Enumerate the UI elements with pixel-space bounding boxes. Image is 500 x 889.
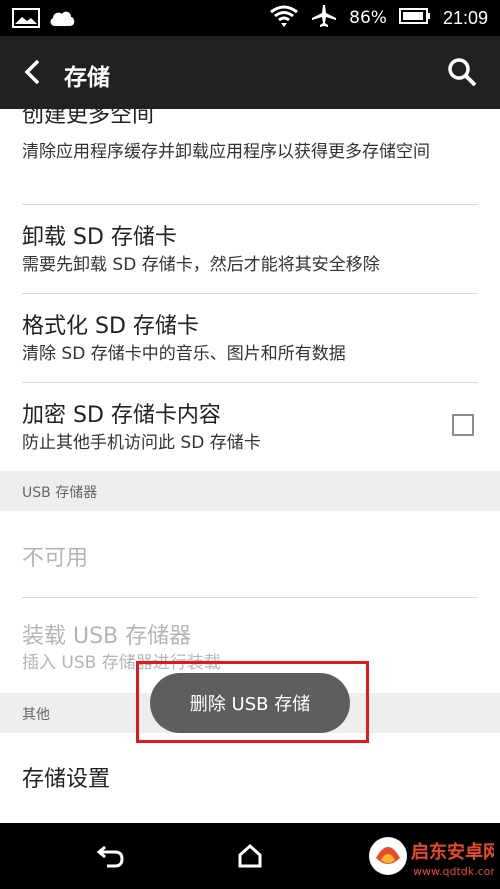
section-header-label: 其他 bbox=[22, 707, 50, 723]
cloud-icon bbox=[48, 8, 76, 32]
item-subtitle: 清除应用程序缓存并卸载应用程序以获得更多存储空间 bbox=[22, 142, 430, 162]
storage-settings-item[interactable]: 存储设置 bbox=[0, 733, 500, 823]
back-arrow-icon bbox=[96, 845, 124, 868]
status-bar: 86% 21:09 bbox=[0, 0, 500, 36]
encrypt-sd-item[interactable]: 加密 SD 存储卡内容 防止其他手机访问此 SD 存储卡 bbox=[0, 383, 500, 471]
item-title: 装载 USB 存储器 bbox=[22, 624, 192, 649]
svg-text:www.qdtdk.com: www.qdtdk.com bbox=[413, 865, 494, 878]
nav-home-button[interactable] bbox=[230, 836, 270, 876]
search-button[interactable] bbox=[444, 54, 480, 90]
item-title: 不可用 bbox=[22, 546, 89, 571]
chevron-left-icon bbox=[24, 59, 40, 85]
svg-text:启东安卓网: 启东安卓网 bbox=[411, 841, 494, 863]
item-subtitle: 清除 SD 存储卡中的音乐、图片和所有数据 bbox=[22, 344, 346, 364]
item-title: 卸载 SD 存储卡 bbox=[22, 225, 177, 250]
item-title: 加密 SD 存储卡内容 bbox=[22, 403, 221, 428]
nav-back-button[interactable] bbox=[90, 836, 130, 876]
image-notification-icon bbox=[12, 8, 40, 32]
clock: 21:09 bbox=[442, 7, 488, 28]
usb-section-header: USB 存储器 bbox=[0, 471, 500, 511]
battery-icon bbox=[398, 7, 431, 30]
highlight-annotation-box bbox=[136, 661, 369, 743]
item-title: 创建更多空间 bbox=[22, 109, 155, 128]
usb-unavailable-item: 不可用 bbox=[0, 511, 500, 597]
create-more-space-item[interactable]: 创建更多空间 清除应用程序缓存并卸载应用程序以获得更多存储空间 bbox=[0, 109, 500, 205]
item-title: 格式化 SD 存储卡 bbox=[22, 314, 199, 339]
battery-percent: 86% bbox=[349, 8, 387, 28]
item-subtitle: 需要先卸载 SD 存储卡，然后才能将其安全移除 bbox=[22, 255, 380, 275]
watermark: 启东安卓网 www.qdtdk.com bbox=[366, 828, 500, 884]
unmount-sd-item[interactable]: 卸载 SD 存储卡 需要先卸载 SD 存储卡，然后才能将其安全移除 bbox=[0, 205, 500, 293]
section-header-label: USB 存储器 bbox=[22, 485, 98, 501]
back-button[interactable] bbox=[14, 54, 50, 90]
search-icon bbox=[448, 58, 477, 87]
format-sd-item[interactable]: 格式化 SD 存储卡 清除 SD 存储卡中的音乐、图片和所有数据 bbox=[0, 294, 500, 382]
app-bar: 存储 bbox=[0, 36, 500, 109]
wifi-icon bbox=[269, 4, 299, 33]
item-title: 存储设置 bbox=[22, 767, 111, 792]
watermark-logo-icon: 启东安卓网 www.qdtdk.com bbox=[369, 837, 500, 878]
airplane-mode-icon bbox=[311, 4, 337, 33]
home-icon bbox=[238, 843, 262, 868]
page-title: 存储 bbox=[64, 65, 110, 91]
item-subtitle: 防止其他手机访问此 SD 存储卡 bbox=[22, 433, 261, 453]
encrypt-checkbox[interactable] bbox=[452, 414, 474, 436]
